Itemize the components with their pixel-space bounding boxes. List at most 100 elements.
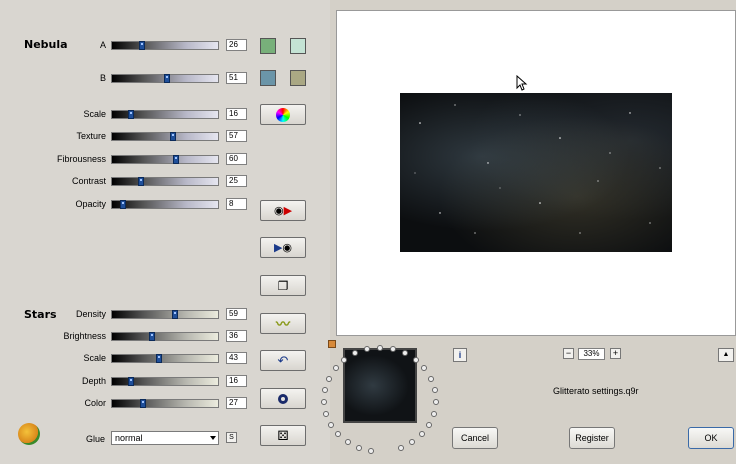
cancel-button[interactable]: Cancel: [452, 427, 498, 449]
stars-depth-slider[interactable]: [111, 377, 219, 386]
record-play-button[interactable]: ◉▶: [260, 200, 306, 221]
zoom-in-button[interactable]: +: [610, 348, 621, 359]
wave-icon: 〰: [276, 315, 290, 332]
history-slot[interactable]: [341, 357, 347, 363]
history-corner-icon: [328, 340, 336, 348]
history-slot[interactable]: [322, 387, 328, 393]
stars-scale-slider[interactable]: [111, 354, 219, 363]
zoom-level: 33%: [578, 348, 605, 360]
stars-color-value[interactable]: 27: [226, 397, 247, 409]
nebula-color-a2-swatch[interactable]: [290, 38, 306, 54]
history-slot[interactable]: [356, 445, 362, 451]
slider-thumb[interactable]: [172, 310, 178, 319]
stars-density-label: Density: [75, 309, 106, 319]
stars-scale-label: Scale: [83, 353, 106, 363]
history-slot[interactable]: [390, 346, 396, 352]
history-slot[interactable]: [377, 345, 383, 351]
history-slot[interactable]: [402, 350, 408, 356]
slider-thumb[interactable]: [170, 132, 176, 141]
slider-thumb[interactable]: [120, 200, 126, 209]
slider-thumb[interactable]: [128, 110, 134, 119]
nebula-fibrousness-slider[interactable]: [111, 155, 219, 164]
nebula-scale-label: Scale: [83, 109, 106, 119]
history-slot[interactable]: [433, 399, 439, 405]
history-slot[interactable]: [419, 431, 425, 437]
history-slot[interactable]: [432, 387, 438, 393]
mouse-cursor-icon: [516, 75, 528, 91]
play-record-icon: ▶◉: [273, 242, 293, 254]
stars-scale-value[interactable]: 43: [226, 352, 247, 364]
scroll-up-button[interactable]: ▲: [718, 348, 734, 362]
nebula-opacity-value[interactable]: 8: [226, 198, 247, 210]
stars-brightness-value[interactable]: 36: [226, 330, 247, 342]
slider-thumb[interactable]: [128, 377, 134, 386]
glue-select[interactable]: normal: [111, 431, 219, 445]
history-slot[interactable]: [368, 448, 374, 454]
history-slot[interactable]: [409, 439, 415, 445]
history-slot[interactable]: [345, 439, 351, 445]
nebula-b-value[interactable]: 51: [226, 72, 247, 84]
history-slot[interactable]: [326, 376, 332, 382]
history-thumbnail[interactable]: [343, 348, 417, 423]
settings-filename: Glitterato settings.q9r: [553, 386, 639, 396]
nebula-texture-label: Texture: [76, 131, 106, 141]
nebula-a-label: A: [99, 40, 106, 50]
copy-icon: ❐: [277, 278, 289, 293]
history-slot[interactable]: [352, 350, 358, 356]
nebula-a-value[interactable]: 26: [226, 39, 247, 51]
stars-depth-value[interactable]: 16: [226, 375, 247, 387]
slider-thumb[interactable]: [156, 354, 162, 363]
nebula-opacity-slider[interactable]: [111, 200, 219, 209]
slider-thumb[interactable]: [149, 332, 155, 341]
register-button[interactable]: Register: [569, 427, 615, 449]
nebula-scale-value[interactable]: 16: [226, 108, 247, 120]
slider-thumb[interactable]: [138, 177, 144, 186]
history-slot[interactable]: [421, 365, 427, 371]
nebula-color-b1-swatch[interactable]: [260, 70, 276, 86]
reset-button[interactable]: [260, 388, 306, 409]
copy-button[interactable]: ❐: [260, 275, 306, 296]
history-slot[interactable]: [328, 422, 334, 428]
stars-color-slider[interactable]: [111, 399, 219, 408]
stars-brightness-slider[interactable]: [111, 332, 219, 341]
history-slot[interactable]: [321, 399, 327, 405]
info-button[interactable]: i: [453, 348, 467, 362]
history-slot[interactable]: [323, 411, 329, 417]
history-slot[interactable]: [335, 431, 341, 437]
history-slot[interactable]: [413, 357, 419, 363]
nebula-opacity-label: Opacity: [75, 199, 106, 209]
nebula-color-a1-swatch[interactable]: [260, 38, 276, 54]
zoom-out-button[interactable]: −: [563, 348, 574, 359]
slider-thumb[interactable]: [173, 155, 179, 164]
history-slot[interactable]: [398, 445, 404, 451]
undo-button[interactable]: ↶: [260, 350, 306, 371]
slider-thumb[interactable]: [139, 41, 145, 50]
stars-density-slider[interactable]: [111, 310, 219, 319]
nebula-a-slider[interactable]: [111, 41, 219, 50]
stars-depth-label: Depth: [81, 376, 106, 386]
glue-label: Glue: [85, 434, 105, 444]
nebula-color-b2-swatch[interactable]: [290, 70, 306, 86]
slider-thumb[interactable]: [164, 74, 170, 83]
nebula-contrast-value[interactable]: 25: [226, 175, 247, 187]
nebula-contrast-slider[interactable]: [111, 177, 219, 186]
history-slot[interactable]: [333, 365, 339, 371]
nebula-b-slider[interactable]: [111, 74, 219, 83]
play-record-button[interactable]: ▶◉: [260, 237, 306, 258]
stars-density-value[interactable]: 59: [226, 308, 247, 320]
slider-thumb[interactable]: [140, 399, 146, 408]
nebula-scale-slider[interactable]: [111, 110, 219, 119]
random-button[interactable]: ⚄: [260, 425, 306, 446]
ok-button[interactable]: OK: [688, 427, 734, 449]
history-slot[interactable]: [428, 376, 434, 382]
history-slot[interactable]: [364, 346, 370, 352]
wave-button[interactable]: 〰: [260, 313, 306, 334]
history-slot[interactable]: [431, 411, 437, 417]
undo-icon: ↶: [277, 352, 289, 368]
history-slot[interactable]: [426, 422, 432, 428]
nebula-texture-value[interactable]: 57: [226, 130, 247, 142]
nebula-fibrousness-value[interactable]: 60: [226, 153, 247, 165]
color-wheel-button[interactable]: [260, 104, 306, 125]
nebula-texture-slider[interactable]: [111, 132, 219, 141]
glue-s-button[interactable]: S: [226, 432, 237, 443]
